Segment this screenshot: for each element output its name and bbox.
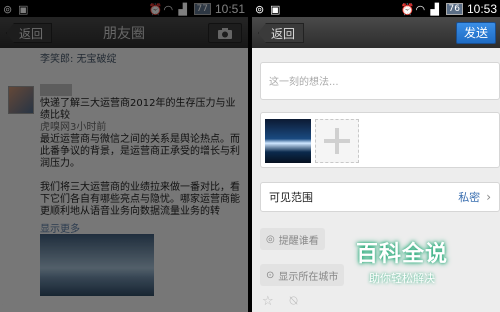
title-bar: 返回 发送 — [252, 17, 500, 48]
watermark-title: 百科全说 — [355, 242, 448, 267]
post-body: 快递了解三大运营商2012年的生存压力与业绩比较 虎嗅网3小时前 最近运营商与微… — [40, 98, 240, 218]
remind-who-button[interactable]: ◎ 提醒谁看 — [260, 228, 325, 250]
location-label: 显示所在城市 — [278, 271, 339, 283]
alarm-icon: ⏰ — [148, 3, 163, 16]
remind-label: 提醒谁看 — [278, 235, 319, 247]
status-time: 10:53 — [466, 1, 497, 16]
add-photo-icon — [324, 128, 350, 154]
username-blurred — [40, 84, 72, 96]
at-icon: ◎ — [266, 233, 275, 245]
compose-input[interactable]: 这一刻的想法... — [260, 62, 500, 100]
alarm-icon: ⏰ — [400, 3, 415, 16]
back-button[interactable]: 返回 — [6, 23, 53, 43]
privacy-icon[interactable]: ⍉ — [290, 294, 298, 309]
photo-strip — [260, 112, 500, 168]
status-bar: ⊚ ▣ ⏰ ◠ ▟ 76 10:53 — [252, 0, 500, 17]
visibility-row[interactable]: 可见范围 私密 › — [260, 182, 500, 212]
location-icon: ⊙ — [266, 269, 275, 281]
status-bar: ⊚ ▣ ⏰ ◠ ▟ 77 10:51 — [0, 0, 248, 17]
post-paragraph: 最近运营商与微信之间的关系是舆论热点。而此番争议的背景，是运营商正承受的增长与利… — [40, 134, 240, 169]
signal-icon: ▟ — [178, 3, 187, 16]
camera-button[interactable] — [208, 23, 242, 43]
notification-icon: ⊚ — [3, 3, 13, 16]
location-button[interactable]: ⊙ 显示所在城市 — [260, 264, 345, 286]
back-button[interactable]: 返回 — [258, 23, 305, 43]
camera-icon — [218, 28, 232, 39]
bottom-icons: ☆ ⍉ — [262, 294, 297, 309]
bottom-sheet-edge — [0, 304, 248, 312]
notification-icon: ⊚ — [255, 3, 265, 16]
watermark-subtitle: 助你轻松解决 — [369, 272, 435, 285]
battery-icon: 77 — [193, 2, 211, 15]
star-icon[interactable]: ☆ — [262, 294, 274, 309]
signal-icon: ▟ — [430, 3, 439, 16]
wifi-icon: ◠ — [415, 3, 426, 16]
visibility-value: 私密 — [458, 191, 481, 204]
cover-name: 李笑郎: 无宝破绽 — [40, 54, 117, 65]
chevron-right-icon: › — [486, 190, 491, 204]
notification-icon: ▣ — [18, 3, 29, 16]
send-button[interactable]: 发送 — [456, 22, 496, 44]
post-title: 快递了解三大运营商2012年的生存压力与业绩比较 — [40, 98, 236, 121]
post-source-time: 虎嗅网3小时前 — [40, 122, 107, 133]
notification-icon: ▣ — [270, 3, 281, 16]
visibility-label: 可见范围 — [269, 191, 313, 204]
title-bar: 返回 朋友圈 — [0, 17, 248, 48]
watermark-logo: 百科全说 助你轻松解决 — [352, 236, 452, 286]
add-photo-button[interactable] — [315, 119, 359, 163]
post-image[interactable] — [40, 234, 154, 296]
post-spacer — [40, 170, 240, 182]
wifi-icon: ◠ — [163, 3, 174, 16]
battery-icon: 76 — [445, 2, 463, 15]
post-paragraph: 我们将三大运营商的业绩拉来做一番对比，看下它们各自有哪些亮点与隐忧。哪家运营商能… — [40, 182, 240, 217]
photo-thumbnail[interactable] — [265, 119, 311, 163]
moments-screen: ⊚ ▣ ⏰ ◠ ▟ 77 10:51 返回 朋友圈 李笑郎: 无宝破绽 快递了解… — [0, 0, 248, 312]
moments-feed: 李笑郎: 无宝破绽 快递了解三大运营商2012年的生存压力与业绩比较 虎嗅网3小… — [0, 48, 248, 312]
show-more-link[interactable]: 显示更多 — [40, 220, 80, 235]
status-time: 10:51 — [214, 1, 245, 16]
avatar[interactable] — [8, 86, 34, 114]
